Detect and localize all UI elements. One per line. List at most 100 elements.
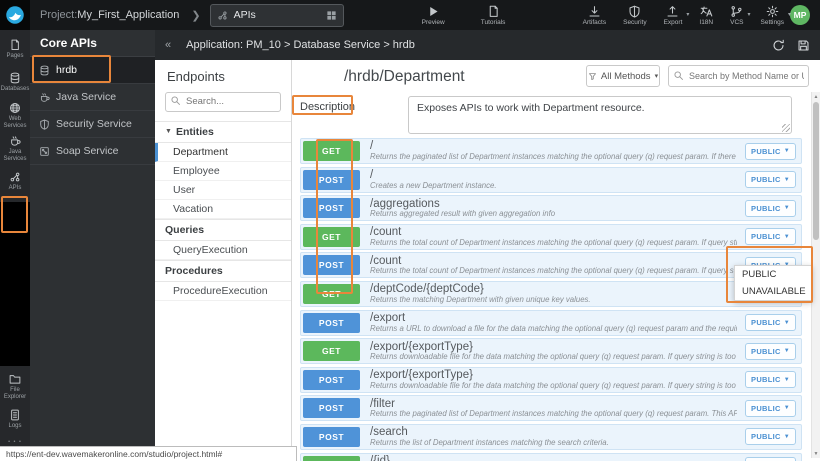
endpoint-item-employee[interactable]: Employee: [155, 162, 291, 181]
branch-icon: [730, 5, 743, 18]
coffee-icon: [9, 135, 21, 147]
core-api-item-java-service[interactable]: Java Service: [30, 84, 155, 111]
tutorials-button[interactable]: Tutorials: [481, 5, 506, 26]
api-endpoint-row[interactable]: GET /export/{exportType} Returns downloa…: [300, 338, 802, 364]
access-level-button[interactable]: PUBLIC ▼: [745, 314, 796, 331]
method-badge: GET: [303, 141, 360, 161]
chevron-down-icon: ▼: [784, 234, 790, 240]
project-name: My_First_Application: [77, 9, 179, 21]
endpoint-group-entities[interactable]: ▼ Entities: [155, 121, 291, 143]
scroll-up-arrow[interactable]: ▲: [812, 92, 820, 101]
api-endpoint-row[interactable]: POST /filter Returns the paginated list …: [300, 395, 802, 421]
core-api-item-soap-service[interactable]: Soap Service: [30, 138, 155, 165]
endpoints-title: Endpoints: [155, 60, 291, 91]
access-level-button[interactable]: PUBLIC ▼: [745, 143, 796, 160]
collapse-panel-icon[interactable]: «: [165, 39, 171, 51]
core-apis-panel: Core APIs hrdb Java Service Security Ser…: [30, 30, 155, 461]
sidebar-item-web-services[interactable]: Web Services: [0, 99, 30, 132]
access-option-public[interactable]: PUBLIC: [735, 266, 811, 283]
wavemaker-logo[interactable]: [0, 0, 30, 30]
settings-button[interactable]: Settings: [761, 5, 785, 26]
grid-icon[interactable]: [326, 10, 337, 21]
endpoint-path: /search: [370, 426, 737, 439]
access-level-button[interactable]: PUBLIC ▼: [745, 343, 796, 360]
chevron-down-icon: ▼: [784, 434, 790, 440]
core-api-item-security-service[interactable]: Security Service: [30, 111, 155, 138]
api-endpoint-row[interactable]: GET / Returns the paginated list of Depa…: [300, 138, 802, 164]
endpoint-path: /: [370, 169, 737, 182]
save-icon[interactable]: [797, 39, 810, 52]
endpoints-search-input[interactable]: [165, 92, 281, 112]
preview-button[interactable]: Preview: [422, 5, 445, 26]
endpoint-description: Returns the paginated list of Department…: [370, 410, 737, 419]
endpoint-group-procedures[interactable]: ▼ Procedures: [155, 260, 291, 282]
access-level-button[interactable]: PUBLIC ▼: [745, 228, 796, 245]
sidebar-item-apis[interactable]: APIs: [0, 165, 30, 198]
access-level-button[interactable]: PUBLIC ▼: [745, 400, 796, 417]
i18n-button[interactable]: I18N: [699, 5, 713, 26]
api-endpoint-row[interactable]: POST /export Returns a URL to download a…: [300, 310, 802, 336]
access-level-button[interactable]: PUBLIC ▼: [745, 371, 796, 388]
access-level-button[interactable]: PUBLIC ▼: [745, 200, 796, 217]
endpoint-path: /count: [370, 226, 737, 239]
sidebar-item-logs[interactable]: Logs: [0, 403, 30, 436]
methods-filter-dropdown[interactable]: All Methods ▾: [586, 65, 660, 87]
export-button[interactable]: Export: [664, 5, 683, 26]
core-api-item-hrdb[interactable]: hrdb: [30, 57, 155, 84]
language-icon: [700, 5, 713, 18]
access-level-button[interactable]: PUBLIC ▼: [745, 171, 796, 188]
api-tab-icon: [217, 10, 228, 21]
endpoint-item-vacation[interactable]: Vacation: [155, 200, 291, 219]
access-dropdown-menu: PUBLICUNAVAILABLE: [734, 265, 812, 301]
api-endpoint-row[interactable]: POST /count Returns the total count of D…: [300, 252, 802, 278]
coffee-icon: [39, 92, 50, 103]
resize-handle[interactable]: [782, 124, 790, 132]
access-level-button[interactable]: PUBLIC ▼: [745, 457, 796, 461]
access-option-unavailable[interactable]: UNAVAILABLE: [735, 283, 811, 300]
description-label: Description: [300, 101, 355, 113]
filter-icon: [588, 72, 597, 81]
chevron-down-icon: ▼: [784, 205, 790, 211]
description-textarea[interactable]: Exposes APIs to work with Department res…: [408, 96, 792, 134]
upload-icon: [666, 5, 679, 18]
sidebar-item-pages[interactable]: Pages: [0, 33, 30, 66]
method-search-input[interactable]: [668, 65, 809, 87]
method-badge: POST: [303, 255, 360, 275]
methods-filter-label: All Methods: [601, 71, 651, 82]
vcs-button[interactable]: VCS: [730, 5, 743, 26]
endpoint-group-queries[interactable]: ▼ Queries: [155, 219, 291, 241]
user-avatar[interactable]: MP: [790, 5, 810, 25]
access-level-button[interactable]: PUBLIC ▼: [745, 428, 796, 445]
main-content: /hrdb/Department All Methods ▾ Descripti…: [292, 60, 820, 461]
tab-apis[interactable]: APIs: [210, 4, 344, 27]
project-label: Project:: [40, 9, 77, 21]
sidebar-item-java-services[interactable]: Java Services: [0, 132, 30, 165]
endpoint-item-queryexecution[interactable]: QueryExecution: [155, 241, 291, 260]
endpoint-description: Returns the total count of Department in…: [370, 239, 737, 248]
scrollbar-thumb[interactable]: [813, 102, 819, 240]
shield-icon: [39, 119, 50, 130]
api-endpoint-row[interactable]: POST /export/{exportType} Returns downlo…: [300, 367, 802, 393]
chevron-down-icon: ▾: [655, 72, 659, 80]
endpoint-item-user[interactable]: User: [155, 181, 291, 200]
endpoint-item-department[interactable]: Department: [155, 143, 291, 162]
api-endpoint-row[interactable]: POST /aggregations Returns aggregated re…: [300, 195, 802, 221]
api-endpoint-row[interactable]: GET /deptCode/{deptCode} Returns the mat…: [300, 281, 802, 307]
api-endpoint-row[interactable]: GET /count Returns the total count of De…: [300, 224, 802, 250]
sidebar-item-file-explorer[interactable]: File Explorer: [0, 370, 30, 403]
application-breadcrumb-bar: « Application: PM_10 > Database Service …: [155, 30, 820, 60]
sidebar-item-databases[interactable]: Databases: [0, 66, 30, 99]
api-endpoint-row[interactable]: GET /{id} Returns the Department instanc…: [300, 453, 802, 461]
scroll-down-arrow[interactable]: ▼: [812, 449, 820, 458]
endpoint-path: /count: [370, 255, 737, 268]
security-button[interactable]: Security: [623, 5, 646, 26]
api-endpoint-row[interactable]: POST / Creates a new Department instance…: [300, 167, 802, 193]
description-field: Exposes APIs to work with Department res…: [408, 96, 792, 134]
api-endpoint-row[interactable]: POST /search Returns the list of Departm…: [300, 424, 802, 450]
vertical-scrollbar[interactable]: ▲ ▼: [811, 92, 820, 458]
nav-top-group: Pages Databases Web Services Java Servic…: [0, 30, 30, 202]
refresh-icon[interactable]: [772, 39, 785, 52]
endpoint-item-procedureexecution[interactable]: ProcedureExecution: [155, 282, 291, 301]
artifacts-button[interactable]: Artifacts: [583, 5, 606, 26]
tutorials-label: Tutorials: [481, 19, 506, 26]
